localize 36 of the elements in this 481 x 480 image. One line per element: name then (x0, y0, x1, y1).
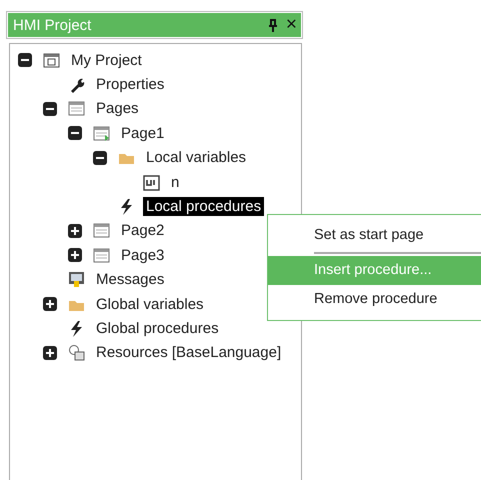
window-icon (43, 52, 60, 69)
page-icon (93, 222, 110, 240)
menu-item[interactable]: Remove procedure (268, 285, 481, 314)
tree-item[interactable]: Resources [BaseLanguage] (93, 343, 284, 362)
menu-item[interactable]: Set as start page (268, 221, 481, 250)
resources-icon (68, 344, 85, 362)
collapse-button[interactable] (18, 53, 32, 68)
pin-icon[interactable] (268, 18, 278, 32)
tree-item[interactable]: My Project (68, 50, 145, 70)
page-icon (68, 100, 85, 118)
tree-item[interactable]: Page3 (118, 246, 168, 265)
panel-title: HMI Project (13, 16, 92, 34)
tree-item[interactable]: Page1 (118, 124, 168, 143)
expand-button[interactable] (68, 248, 82, 262)
page-icon (93, 246, 110, 264)
tree-item[interactable]: n (168, 172, 182, 192)
expand-button[interactable] (68, 224, 82, 238)
tree-item[interactable]: Global procedures (93, 318, 222, 338)
page-icon (93, 124, 110, 142)
tree-item[interactable]: Local variables (143, 148, 250, 168)
monitor-icon (68, 271, 85, 288)
variable-icon (143, 174, 160, 191)
expand-button[interactable] (43, 297, 57, 312)
tree-item[interactable]: Properties (93, 75, 168, 94)
tree-item[interactable]: Local procedures (143, 197, 264, 216)
expand-button[interactable] (43, 346, 57, 360)
collapse-button[interactable] (43, 102, 57, 116)
lightning-icon (68, 320, 85, 337)
tree-item[interactable]: Page2 (118, 221, 168, 240)
collapse-button[interactable] (68, 126, 82, 140)
lightning-icon (118, 198, 135, 216)
tree-item[interactable]: Messages (93, 270, 168, 290)
tree-item[interactable]: Pages (93, 99, 142, 118)
close-button[interactable]: × (286, 15, 297, 35)
collapse-button[interactable] (93, 150, 107, 165)
tree-item[interactable]: Global variables (93, 294, 207, 314)
